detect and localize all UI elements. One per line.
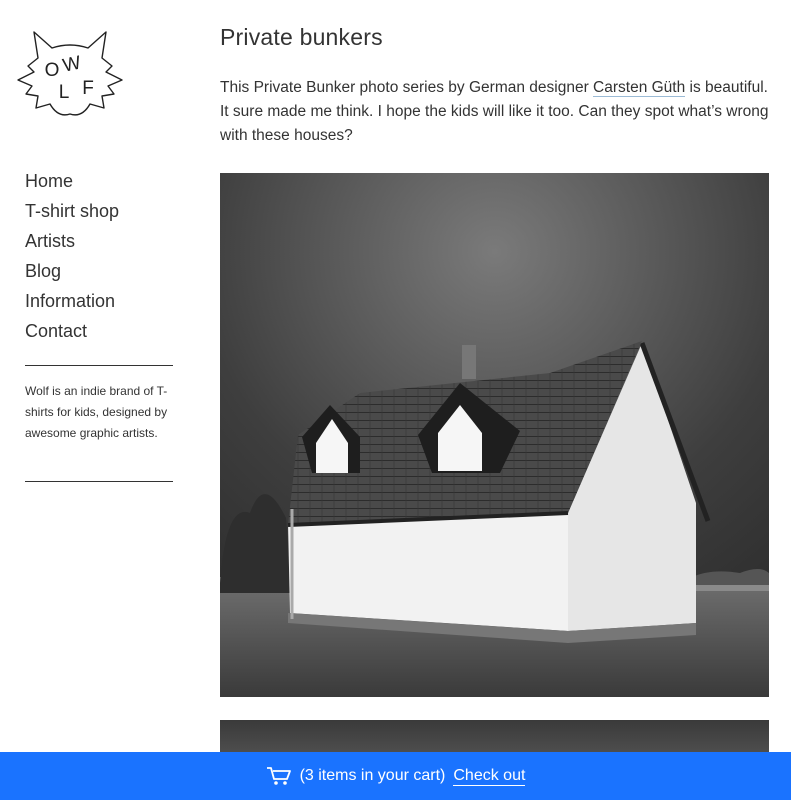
cart-count[interactable]: (3 items in your cart) — [300, 767, 446, 785]
nav-item-artists[interactable]: Artists — [25, 226, 119, 256]
nav-item-blog[interactable]: Blog — [25, 256, 119, 286]
sidebar-divider-bottom — [25, 481, 173, 482]
sidebar-blurb: Wolf is an indie brand of T-shirts for k… — [25, 384, 168, 440]
main-nav: Home T-shirt shop Artists Blog Informati… — [25, 166, 119, 346]
nav-item-tshirt-shop[interactable]: T-shirt shop — [25, 196, 119, 226]
house-photo — [220, 173, 769, 697]
post-title: Private bunkers — [220, 24, 383, 50]
intro-text-start: This Private Bunker photo series by Germ… — [220, 79, 594, 96]
nav-item-home[interactable]: Home — [25, 166, 119, 196]
page: O W L F Home T-shirt shop Artists Blog I… — [0, 0, 791, 800]
svg-text:O: O — [45, 60, 60, 81]
sidebar-divider-top — [25, 365, 173, 366]
shopping-cart-icon — [266, 767, 291, 785]
post-intro: This Private Bunker photo series by Germ… — [220, 76, 772, 148]
checkout-link[interactable]: Check out — [453, 766, 526, 786]
cart-bar[interactable]: (3 items in your cart) Check out — [0, 752, 791, 800]
wolf-logo[interactable]: O W L F — [16, 28, 124, 124]
designer-link[interactable]: Carsten Güth — [593, 79, 686, 97]
nav-item-contact[interactable]: Contact — [25, 316, 119, 346]
svg-text:F: F — [82, 78, 94, 99]
nav-item-information[interactable]: Information — [25, 286, 119, 316]
svg-text:L: L — [59, 82, 70, 103]
svg-text:W: W — [61, 52, 83, 76]
